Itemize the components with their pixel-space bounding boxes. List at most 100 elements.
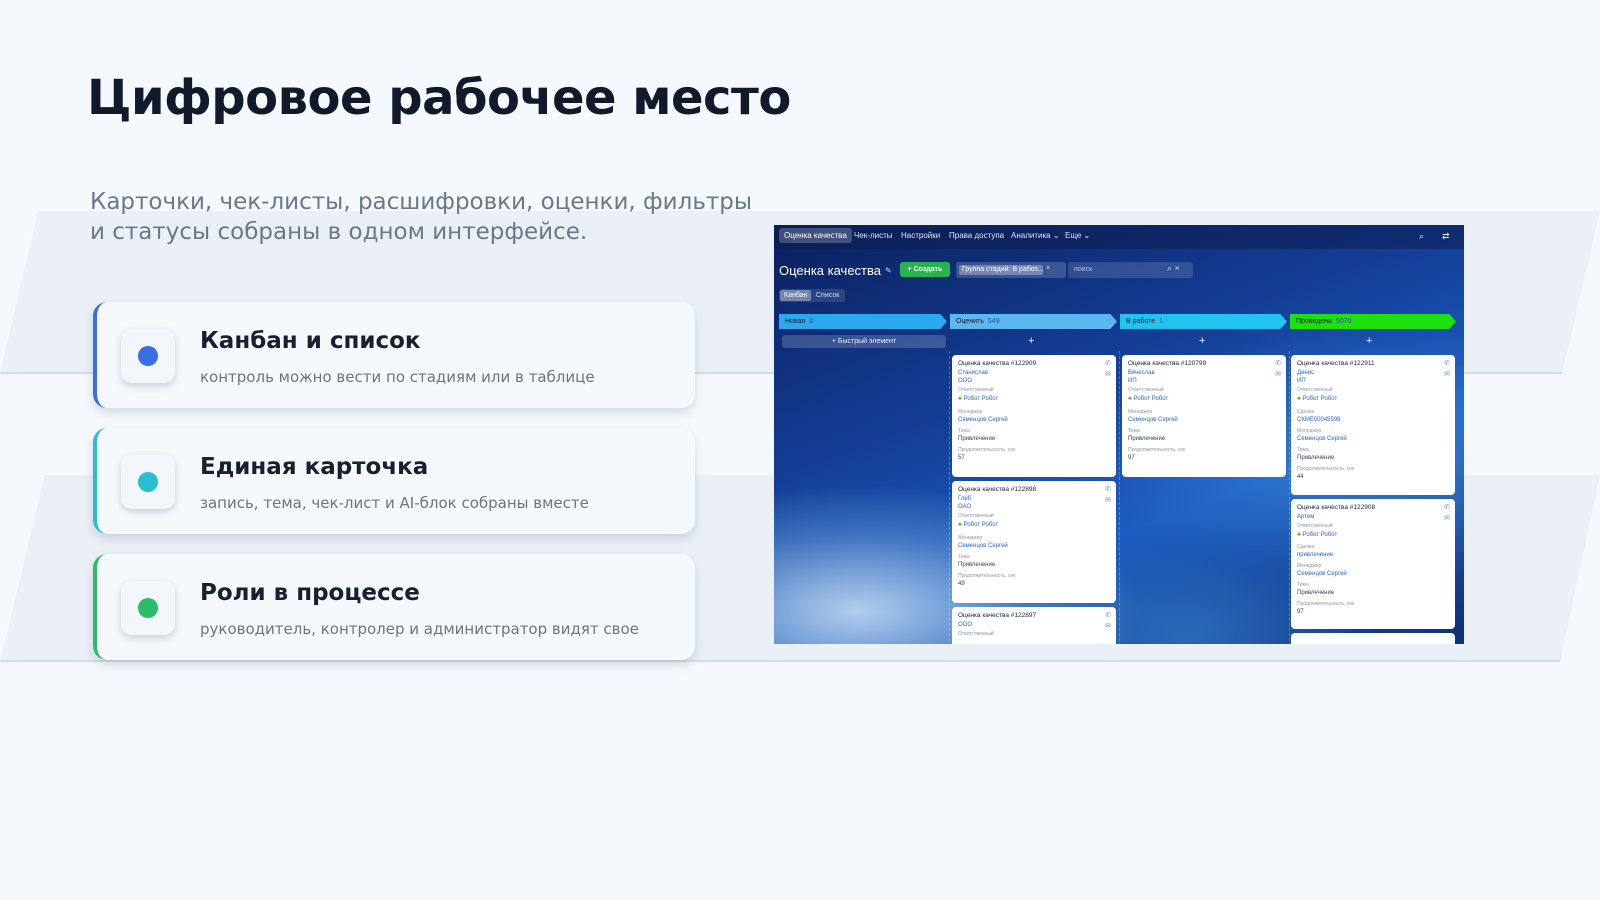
kanban-card[interactable] [1291, 633, 1455, 644]
phone-icon[interactable]: ✆ [1275, 359, 1281, 367]
card-label: Ответственный [1128, 387, 1164, 393]
nav-settings[interactable]: Настройки [901, 231, 940, 240]
card-title: Оценка качества #122897 [958, 612, 1037, 619]
stage-in-progress[interactable]: В работе 1 [1120, 314, 1287, 329]
card-responsible[interactable]: ♣ Робот Робот [958, 396, 998, 402]
mail-icon[interactable]: ✉ [1105, 496, 1111, 504]
robot-icon: ♣ [958, 396, 962, 402]
column-divider [949, 351, 950, 644]
nav-checklists[interactable]: Чек-листы [854, 231, 893, 240]
search-clear-icon[interactable]: ⌕ × [1167, 263, 1180, 274]
card-company[interactable]: ИП [1128, 378, 1137, 384]
card-label: Сделка [1297, 544, 1315, 550]
card-label: Продолжительность, сек [958, 573, 1016, 579]
add-card-icon[interactable]: + [1028, 335, 1034, 347]
kanban-card[interactable]: Оценка качества #120799 Вячеслав ИП Отве… [1122, 355, 1286, 477]
card-label: Менеджер [958, 535, 983, 541]
mail-icon[interactable]: ✉ [1105, 370, 1111, 378]
stage-new[interactable]: Новая 0 [779, 314, 947, 329]
card-label: Тема [958, 428, 970, 434]
card-responsible[interactable]: ♣ Робот Робот [1297, 532, 1337, 538]
mail-icon[interactable]: ✉ [1444, 514, 1450, 522]
nav-quality-assessment[interactable]: Оценка качества [779, 228, 852, 243]
phone-icon[interactable]: ✆ [1105, 359, 1111, 367]
card-responsible[interactable]: ♣ Робот Робот [1128, 396, 1168, 402]
quick-add-button[interactable]: + Быстрый элемент [782, 335, 946, 348]
card-manager[interactable]: Семенцов Сергей [958, 417, 1008, 423]
kanban-card[interactable]: Оценка качества #122911 Денис ИП Ответст… [1291, 355, 1455, 495]
card-label: Тема [1297, 582, 1309, 588]
feature-title: Единая карточка [200, 454, 429, 480]
card-title: Оценка качества #122911 [1297, 360, 1375, 367]
search-icon[interactable]: ⌕ [1419, 231, 1424, 242]
card-contact[interactable]: Вячеслав [1128, 370, 1155, 376]
add-card-icon[interactable]: + [1366, 335, 1372, 347]
card-topic: Привлечение [958, 436, 996, 442]
card-manager[interactable]: Семенцов Сергей [1128, 417, 1178, 423]
filter-field[interactable]: Группа стадий: В работ... × [956, 262, 1066, 278]
cyan-dot-icon [138, 472, 158, 492]
phone-icon[interactable]: ✆ [1105, 611, 1111, 619]
mail-icon[interactable]: ✉ [1444, 370, 1450, 378]
feature-card-kanban: Канбан и список контроль можно вести по … [93, 302, 695, 408]
phone-icon[interactable]: ✆ [1105, 485, 1111, 493]
feature-description: руководитель, контролер и администратор … [200, 620, 639, 638]
create-button[interactable]: + Создать [900, 262, 950, 277]
pin-icon[interactable]: ✎ [885, 266, 892, 275]
stage-done[interactable]: Проведена 5070 [1290, 314, 1456, 329]
card-label: Ответственный [958, 631, 994, 637]
kanban-card[interactable]: Оценка качества #122897 ООО Ответственны… [952, 607, 1116, 644]
nav-analytics[interactable]: Аналитика ⌄ [1011, 231, 1060, 240]
view-list[interactable]: Список [812, 290, 843, 301]
feature-title: Роли в процессе [200, 580, 420, 606]
mail-icon[interactable]: ✉ [1275, 370, 1281, 378]
card-label: Ответственный [958, 387, 994, 393]
card-contact[interactable]: Артем [1297, 514, 1314, 520]
nav-more[interactable]: Еще ⌄ [1065, 231, 1090, 240]
card-responsible[interactable]: ♣ Робот Робот [958, 522, 998, 528]
view-switcher: Канбан Список [779, 289, 845, 302]
feature-icon-box [121, 329, 175, 383]
card-title: Оценка качества #122908 [1297, 504, 1376, 511]
card-responsible[interactable]: ♣ Робот Робот [1297, 396, 1337, 402]
card-deal[interactable]: СКМЕ00045598 [1297, 417, 1341, 423]
card-label: Менеджер [1297, 563, 1322, 569]
kanban-card[interactable]: Оценка качества #122898 Глеб ОАО Ответст… [952, 481, 1116, 603]
card-contact[interactable]: Станислав [958, 370, 988, 376]
view-kanban[interactable]: Канбан [780, 290, 812, 301]
card-contact[interactable]: Глеб [958, 496, 971, 502]
card-duration: 97 [1297, 609, 1304, 615]
card-label: Продолжительность, сек [1128, 447, 1186, 453]
card-company[interactable]: ООО [958, 622, 972, 628]
phone-icon[interactable]: ✆ [1444, 503, 1450, 511]
card-label: Продолжительность, сек [958, 447, 1016, 453]
stage-evaluate[interactable]: Оценить 549 [950, 314, 1117, 329]
kanban-card[interactable]: Оценка качества #122908 Артем Ответствен… [1291, 499, 1455, 629]
card-duration: 57 [958, 455, 965, 461]
card-contact[interactable]: Денис [1297, 370, 1314, 376]
robot-icon: ♣ [1297, 532, 1301, 538]
swap-icon[interactable]: ⇄ [1442, 231, 1450, 242]
close-icon[interactable]: × [1046, 265, 1050, 272]
card-company[interactable]: ООО [958, 378, 972, 384]
column-divider [1289, 351, 1290, 644]
card-manager[interactable]: Семенцов Сергей [1297, 436, 1347, 442]
add-card-icon[interactable]: + [1199, 335, 1205, 347]
page-title: Цифровое рабочее место [87, 70, 791, 126]
feature-title: Канбан и список [200, 328, 421, 354]
card-company[interactable]: ОАО [958, 504, 971, 510]
card-company[interactable]: ИП [1297, 378, 1306, 384]
mail-icon[interactable]: ✉ [1105, 622, 1111, 630]
feature-description: запись, тема, чек-лист и AI-блок собраны… [200, 494, 589, 512]
card-duration: 49 [958, 581, 965, 587]
card-deal[interactable]: привлечение [1297, 552, 1333, 558]
phone-icon[interactable]: ✆ [1444, 359, 1450, 367]
robot-icon: ♣ [958, 522, 962, 528]
card-manager[interactable]: Семенцов Сергей [1297, 571, 1347, 577]
kanban-card[interactable]: Оценка качества #122909 Станислав ООО От… [952, 355, 1116, 477]
card-label: Сделка [1297, 409, 1315, 415]
nav-access-rights[interactable]: Права доступа [949, 231, 1004, 240]
card-manager[interactable]: Семенцов Сергей [958, 543, 1008, 549]
card-duration: 97 [1128, 455, 1135, 461]
filter-chip: Группа стадий: В работ... [959, 265, 1043, 275]
